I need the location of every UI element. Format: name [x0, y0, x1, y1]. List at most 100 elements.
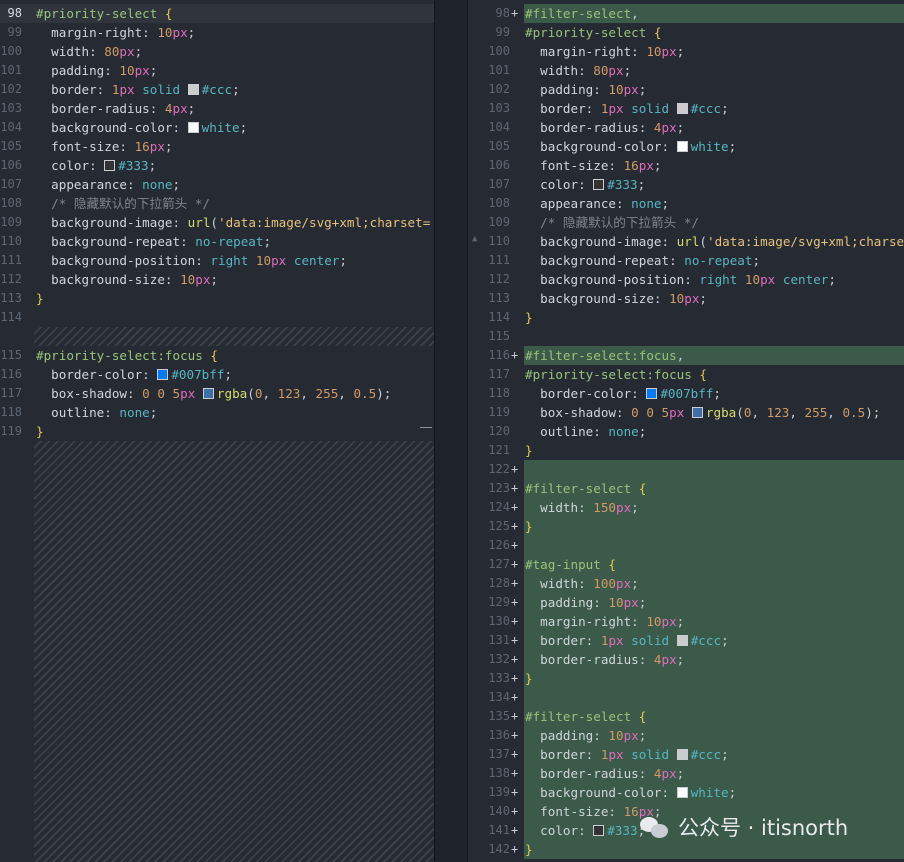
code-line[interactable]: 119}: [0, 422, 434, 441]
diff-divider[interactable]: [434, 0, 468, 862]
code-line[interactable]: 136 + padding: 10px;: [468, 726, 904, 745]
code-line[interactable]: 131 + border: 1px solid #ccc;: [468, 631, 904, 650]
right-editor-pane[interactable]: 98 + #filter-select, 99 #priority-select {10…: [468, 0, 904, 862]
color-swatch-icon[interactable]: [593, 179, 605, 190]
code-line[interactable]: 128 + width: 100px;: [468, 574, 904, 593]
line-number: 124: [488, 500, 510, 514]
code-line[interactable]: 132 + border-radius: 4px;: [468, 650, 904, 669]
code-line[interactable]: 114}: [468, 308, 904, 327]
code-line[interactable]: 112 background-size: 10px;: [0, 270, 434, 289]
code-line[interactable]: 123 + #filter-select {: [468, 479, 904, 498]
code-line[interactable]: 101 width: 80px;: [468, 61, 904, 80]
code-line[interactable]: 115: [468, 327, 904, 346]
code-line[interactable]: 101 padding: 10px;: [0, 61, 434, 80]
code-line[interactable]: 129 + padding: 10px;: [468, 593, 904, 612]
color-swatch-icon[interactable]: [676, 749, 688, 760]
code-line[interactable]: 103 border: 1px solid #ccc;: [468, 99, 904, 118]
color-swatch-icon[interactable]: [157, 369, 169, 380]
code-line[interactable]: 112 background-position: right 10px cent…: [468, 270, 904, 289]
code-line[interactable]: 138 + border-radius: 4px;: [468, 764, 904, 783]
code-line[interactable]: 110 background-repeat: no-repeat;: [0, 232, 434, 251]
code-token: :: [638, 766, 654, 781]
code-line[interactable]: 106 color: #333;: [0, 156, 434, 175]
code-line[interactable]: 100 width: 80px;: [0, 42, 434, 61]
color-swatch-icon[interactable]: [676, 141, 688, 152]
code-line[interactable]: 102 padding: 10px;: [468, 80, 904, 99]
code-token: px: [608, 633, 624, 648]
code-line[interactable]: 119 box-shadow: 0 0 5px rgba(0, 123, 255…: [468, 403, 904, 422]
code-line[interactable]: 107 appearance: none;: [0, 175, 434, 194]
code-token: background-size: [36, 272, 165, 287]
color-swatch-icon[interactable]: [187, 84, 199, 95]
code-line[interactable]: 105 background-color: white;: [468, 137, 904, 156]
code-line[interactable]: 99 margin-right: 10px;: [0, 23, 434, 42]
code-line[interactable]: 139 + background-color: white;: [468, 783, 904, 802]
color-swatch-icon[interactable]: [187, 122, 199, 133]
code-token: :: [631, 614, 647, 629]
code-line[interactable]: 110 background-image: url('data:image/sv…: [468, 232, 904, 251]
color-swatch-icon[interactable]: [676, 103, 688, 114]
code-line[interactable]: 116 + #filter-select:focus,: [468, 346, 904, 365]
code-line[interactable]: 113}: [0, 289, 434, 308]
code-line[interactable]: 130 + margin-right: 10px;: [468, 612, 904, 631]
code-token: url: [187, 215, 211, 230]
code-text: #priority-select {: [36, 4, 173, 23]
code-line[interactable]: 111 background-position: right 10px cent…: [0, 251, 434, 270]
code-line[interactable]: 134 +: [468, 688, 904, 707]
code-line[interactable]: 142 +}: [468, 840, 904, 859]
color-swatch-icon[interactable]: [676, 787, 688, 798]
code-token: border-radius: [525, 120, 639, 135]
code-line[interactable]: 104 background-color: white;: [0, 118, 434, 137]
code-line[interactable]: 108 appearance: none;: [468, 194, 904, 213]
code-line[interactable]: 126 +: [468, 536, 904, 555]
code-token: :: [89, 44, 105, 59]
code-line[interactable]: 122 +: [468, 460, 904, 479]
code-line[interactable]: 106 font-size: 16px;: [468, 156, 904, 175]
code-line[interactable]: 113 background-size: 10px;: [468, 289, 904, 308]
code-line[interactable]: 133 +}: [468, 669, 904, 688]
code-line[interactable]: 125 +}: [468, 517, 904, 536]
code-line[interactable]: 100 margin-right: 10px;: [468, 42, 904, 61]
code-line[interactable]: 98 + #filter-select,: [468, 4, 904, 23]
code-line[interactable]: 135 + #filter-select {: [468, 707, 904, 726]
added-line-marker: +: [511, 348, 519, 362]
code-line[interactable]: 121}: [468, 441, 904, 460]
code-line[interactable]: 102 border: 1px solid #ccc;: [0, 80, 434, 99]
code-text: width: 150px;: [525, 498, 639, 517]
code-line[interactable]: 99 #priority-select {: [468, 23, 904, 42]
code-line[interactable]: 114: [0, 308, 434, 327]
color-swatch-icon[interactable]: [691, 407, 703, 418]
code-line[interactable]: 115 #priority-select:focus {: [0, 346, 434, 365]
code-line[interactable]: 109 background-image: url('data:image/sv…: [0, 213, 434, 232]
code-line[interactable]: 137 + border: 1px solid #ccc;: [468, 745, 904, 764]
code-line[interactable]: 117 #priority-select:focus {: [468, 365, 904, 384]
color-swatch-icon[interactable]: [202, 388, 214, 399]
color-swatch-icon[interactable]: [104, 160, 116, 171]
code-line[interactable]: 124 + width: 150px;: [468, 498, 904, 517]
code-line[interactable]: 111 background-repeat: no-repeat;: [468, 251, 904, 270]
code-line[interactable]: 118 outline: none;: [0, 403, 434, 422]
code-line[interactable]: 104 border-radius: 4px;: [468, 118, 904, 137]
code-line[interactable]: 117 box-shadow: 0 0 5px rgba(0, 123, 255…: [0, 384, 434, 403]
color-swatch-icon[interactable]: [676, 635, 688, 646]
color-swatch-icon[interactable]: [646, 388, 658, 399]
color-swatch-icon[interactable]: [593, 825, 605, 836]
code-line[interactable]: 109 /* 隐藏默认的下拉箭头 */: [468, 213, 904, 232]
code-line[interactable]: 116 border-color: #007bff;: [0, 365, 434, 384]
left-editor-pane[interactable]: 98 #priority-select {99 margin-right: 10p…: [0, 0, 434, 862]
code-line[interactable]: 107 color: #333;: [468, 175, 904, 194]
line-number: 129: [488, 595, 510, 609]
code-line[interactable]: 127 + #tag-input {: [468, 555, 904, 574]
code-line[interactable]: 108 /* 隐藏默认的下拉箭头 */: [0, 194, 434, 213]
code-line[interactable]: 98 #priority-select {: [0, 4, 434, 23]
line-number: 98: [7, 6, 22, 20]
code-line[interactable]: 118 border-color: #007bff;: [468, 384, 904, 403]
code-token: px: [661, 766, 677, 781]
fold-marker-icon[interactable]: ▲: [472, 234, 477, 244]
code-token: :: [142, 367, 158, 382]
code-line[interactable]: 105 font-size: 16px;: [0, 137, 434, 156]
code-token: #ccc: [201, 82, 233, 97]
code-line[interactable]: 120 outline: none;: [468, 422, 904, 441]
code-line[interactable]: 103 border-radius: 4px;: [0, 99, 434, 118]
